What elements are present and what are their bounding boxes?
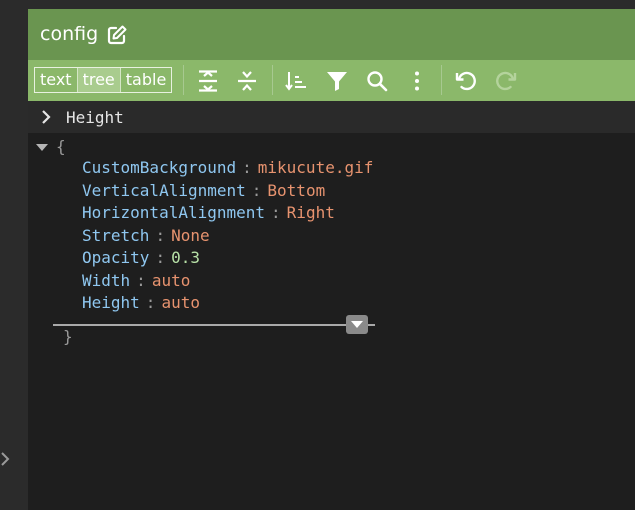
- more-icon[interactable]: [405, 69, 429, 93]
- open-brace: {: [56, 137, 66, 156]
- window-top-strip: [28, 0, 635, 9]
- tree-row[interactable]: VerticalAlignment: Bottom: [82, 180, 325, 202]
- field-key[interactable]: Width: [82, 271, 130, 290]
- navigation-path-bar: Height: [28, 101, 635, 133]
- field-key[interactable]: Stretch: [82, 226, 149, 245]
- tree-row[interactable]: Stretch: None: [82, 225, 210, 247]
- expand-all-icon[interactable]: [196, 69, 220, 93]
- close-brace: }: [63, 327, 73, 346]
- mode-tree-button[interactable]: tree: [76, 68, 120, 92]
- tree-row[interactable]: Height: auto: [82, 292, 200, 314]
- insert-line: [53, 324, 375, 326]
- undo-icon[interactable]: [454, 69, 478, 93]
- title-bar: config: [28, 9, 635, 60]
- collapse-panel-icon[interactable]: [0, 449, 14, 469]
- field-value[interactable]: mikucute.gif: [258, 158, 374, 177]
- caret-down-icon: [351, 321, 363, 328]
- collapse-all-icon[interactable]: [235, 69, 259, 93]
- tree-view: { CustomBackground: mikucute.gif Vertical…: [28, 133, 635, 510]
- chevron-right-icon[interactable]: [39, 109, 53, 125]
- field-key[interactable]: Height: [82, 293, 140, 312]
- mode-switcher: text tree table: [34, 67, 173, 93]
- field-value[interactable]: Bottom: [267, 181, 325, 200]
- field-key[interactable]: CustomBackground: [82, 158, 236, 177]
- field-value[interactable]: auto: [161, 293, 200, 312]
- left-side-strip: [0, 0, 28, 510]
- field-value[interactable]: 0.3: [171, 248, 200, 267]
- field-value[interactable]: auto: [152, 271, 191, 290]
- field-key[interactable]: Opacity: [82, 248, 149, 267]
- json-editor-panel: config text tree table Height {CustomBa…: [28, 9, 635, 510]
- filter-icon[interactable]: [325, 69, 349, 93]
- sort-icon[interactable]: [284, 69, 308, 93]
- mode-text-button[interactable]: text: [35, 68, 77, 92]
- toolbar-separator: [183, 65, 184, 95]
- search-icon[interactable]: [365, 69, 389, 93]
- toolbar-separator: [272, 65, 273, 95]
- toolbar-separator: [441, 65, 442, 95]
- field-key[interactable]: VerticalAlignment: [82, 181, 246, 200]
- field-value[interactable]: None: [171, 226, 210, 245]
- tree-row[interactable]: Width: auto: [82, 270, 190, 292]
- tree-row[interactable]: CustomBackground: mikucute.gif: [82, 157, 373, 179]
- tree-row[interactable]: Opacity:0.3: [82, 247, 200, 269]
- redo-icon: [496, 71, 517, 91]
- caret-down-icon[interactable]: [36, 143, 48, 153]
- tree-row[interactable]: HorizontalAlignment: Right: [82, 202, 335, 224]
- mode-table-button[interactable]: table: [119, 68, 172, 92]
- path-segment[interactable]: Height: [66, 108, 124, 127]
- edit-icon[interactable]: [106, 24, 128, 46]
- field-key[interactable]: HorizontalAlignment: [82, 203, 265, 222]
- document-title: config: [40, 23, 99, 45]
- row-menu-button[interactable]: [346, 315, 368, 334]
- field-value[interactable]: Right: [287, 203, 335, 222]
- toolbar: text tree table: [28, 60, 635, 101]
